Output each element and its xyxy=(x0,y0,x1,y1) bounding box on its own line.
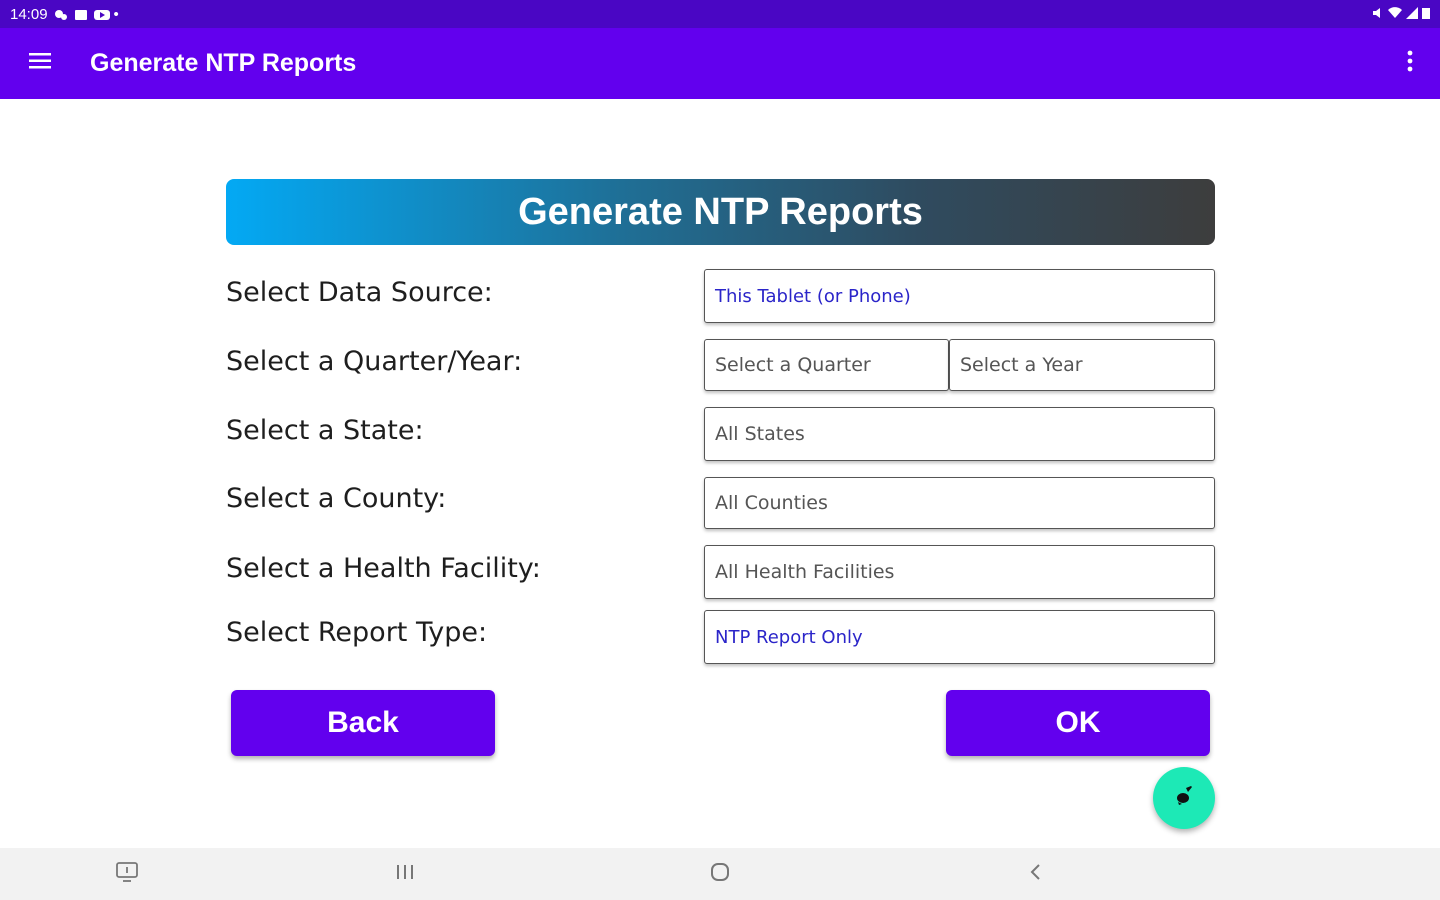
ok-button[interactable]: OK xyxy=(946,690,1210,756)
year-placeholder: Select a Year xyxy=(960,354,1083,376)
app-bar-title: Generate NTP Reports xyxy=(90,49,357,77)
quarter-placeholder: Select a Quarter xyxy=(715,354,871,376)
back-button-label: Back xyxy=(327,706,399,739)
more-vert-icon xyxy=(1407,50,1413,77)
notification-icon xyxy=(54,8,68,20)
wifi-icon xyxy=(1388,6,1402,23)
state-select[interactable]: All States xyxy=(704,407,1215,461)
page-header-banner: Generate NTP Reports xyxy=(226,179,1215,245)
report-type-select[interactable]: NTP Report Only xyxy=(704,610,1215,664)
nav-home-button[interactable] xyxy=(690,848,750,900)
health-facility-select[interactable]: All Health Facilities xyxy=(704,545,1215,599)
ok-button-label: OK xyxy=(1055,706,1101,739)
status-time: 14:09 xyxy=(10,5,48,23)
recents-icon xyxy=(394,863,416,886)
year-select[interactable]: Select a Year xyxy=(949,339,1215,391)
county-label: Select a County: xyxy=(226,483,447,514)
quarter-select[interactable]: Select a Quarter xyxy=(704,339,949,391)
menu-icon xyxy=(28,52,52,75)
back-icon xyxy=(1028,862,1044,887)
calendar-icon xyxy=(74,8,88,20)
mute-icon xyxy=(1372,6,1384,23)
floating-action-button[interactable] xyxy=(1153,767,1215,829)
more-notifications-dot-icon: • xyxy=(113,5,119,23)
home-icon xyxy=(709,861,731,888)
state-label: Select a State: xyxy=(226,415,424,446)
page-title: Generate NTP Reports xyxy=(518,190,923,233)
nav-back-button[interactable] xyxy=(1006,848,1066,900)
status-bar-right xyxy=(1372,6,1430,23)
quarter-year-label: Select a Quarter/Year: xyxy=(226,346,523,377)
status-bar: 14:09 • xyxy=(0,0,1440,28)
report-type-label: Select Report Type: xyxy=(226,617,488,648)
report-type-value: NTP Report Only xyxy=(715,626,863,648)
county-select[interactable]: All Counties xyxy=(704,477,1215,529)
health-facility-label: Select a Health Facility: xyxy=(226,553,541,584)
youtube-icon xyxy=(93,8,110,20)
nav-recents-button[interactable] xyxy=(375,848,435,900)
data-source-label: Select Data Source: xyxy=(226,277,493,308)
battery-icon xyxy=(1422,6,1430,23)
status-bar-left: 14:09 • xyxy=(10,6,119,23)
app-bar: Generate NTP Reports xyxy=(0,28,1440,99)
state-value: All States xyxy=(715,423,805,445)
health-facility-value: All Health Facilities xyxy=(715,561,895,583)
data-source-select[interactable]: This Tablet (or Phone) xyxy=(704,269,1215,323)
signal-icon xyxy=(1406,6,1418,23)
screenshot-icon xyxy=(115,861,139,888)
nav-screenshot-button[interactable] xyxy=(97,848,157,900)
back-button[interactable]: Back xyxy=(231,690,495,756)
overflow-menu-button[interactable] xyxy=(1380,28,1440,99)
brush-icon xyxy=(1172,784,1196,813)
system-navigation-bar xyxy=(0,848,1440,900)
data-source-value: This Tablet (or Phone) xyxy=(715,285,911,307)
county-value: All Counties xyxy=(715,492,828,514)
menu-button[interactable] xyxy=(0,28,80,99)
